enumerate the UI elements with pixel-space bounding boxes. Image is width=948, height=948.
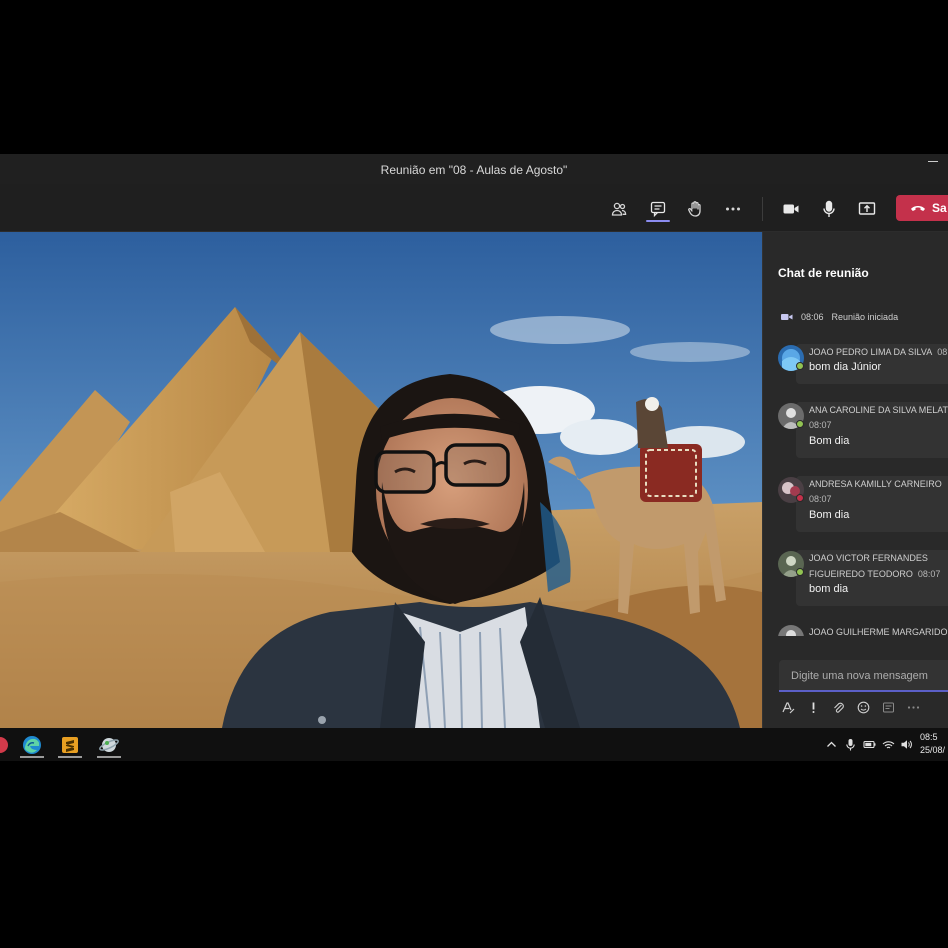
running-indicator <box>20 756 44 758</box>
compose-toolbar <box>781 698 920 716</box>
raise-hand-icon[interactable] <box>684 198 706 220</box>
presence-available-icon <box>796 362 804 370</box>
message-text: bom dia Júnior <box>809 361 882 373</box>
running-indicator <box>97 756 121 758</box>
important-icon[interactable] <box>806 700 820 714</box>
leave-button[interactable]: Sa <box>896 195 948 221</box>
emoji-icon[interactable] <box>856 700 870 714</box>
participant-video-with-background <box>0 232 762 728</box>
leave-label: Sa <box>932 201 947 215</box>
camera-icon[interactable] <box>780 198 802 220</box>
more-icon[interactable] <box>906 700 920 714</box>
app-red-icon[interactable] <box>0 732 14 758</box>
chevron-up-icon[interactable] <box>824 737 838 751</box>
message-sender: JOAO VICTOR FERNANDES <box>809 553 928 563</box>
windows-taskbar: 08:5 25/08/ <box>0 728 948 761</box>
presence-available-icon <box>796 420 804 428</box>
wifi-icon[interactable] <box>881 737 895 751</box>
chat-scroll-mask <box>763 636 948 658</box>
hang-up-icon <box>911 206 925 211</box>
minimize-button[interactable] <box>928 161 938 162</box>
format-icon[interactable] <box>781 700 795 714</box>
system-clock[interactable]: 08:5 25/08/ <box>920 731 945 757</box>
more-options-icon[interactable] <box>722 198 744 220</box>
sticker-icon[interactable] <box>881 700 895 714</box>
video-camera-icon <box>781 314 793 320</box>
meeting-toolbar: Sa <box>0 184 948 232</box>
attach-icon[interactable] <box>831 700 845 714</box>
clock-date: 25/08/ <box>920 745 946 755</box>
toolbar-separator <box>762 197 763 221</box>
message-text: Bom dia <box>809 435 850 447</box>
volume-icon[interactable] <box>899 737 913 751</box>
message-time: 08:07 <box>809 494 832 504</box>
meeting-started-time: 08:06 <box>801 312 824 322</box>
presence-busy-icon <box>796 494 804 502</box>
chat-icon[interactable] <box>647 198 669 220</box>
presence-available-icon <box>796 568 804 576</box>
battery-icon[interactable] <box>862 737 876 751</box>
screen: Reunião em "08 - Aulas de Agosto" Sa Cha… <box>0 0 948 948</box>
clock-time: 08:5 <box>920 732 938 742</box>
message-text: bom dia <box>809 583 849 595</box>
meeting-started-notice: 08:06 Reunião iniciada <box>781 312 898 322</box>
edge-icon[interactable] <box>18 732 46 758</box>
microphone-icon[interactable] <box>818 198 840 220</box>
window-title: Reunião em "08 - Aulas de Agosto" <box>380 163 568 177</box>
share-screen-icon[interactable] <box>856 198 878 220</box>
message-sender: ANA CAROLINE DA SILVA MELATO <box>809 405 948 415</box>
message-text: Bom dia <box>809 509 850 521</box>
meeting-chat-panel: Chat de reunião 08:06 Reunião iniciada J… <box>762 232 948 728</box>
message-sender: JOAO PEDRO LIMA DA SILVA 08 <box>809 347 948 357</box>
sublime-text-icon[interactable] <box>56 732 84 758</box>
microphone-icon[interactable] <box>843 737 857 751</box>
chat-active-indicator <box>646 220 670 222</box>
message-sender-continued: FIGUEIREDO TEODORO 08:07 <box>809 569 941 579</box>
meeting-started-label: Reunião iniciada <box>831 312 899 322</box>
message-time: 08:07 <box>809 420 832 430</box>
window-title-bar: Reunião em "08 - Aulas de Agosto" <box>0 154 948 184</box>
participants-icon[interactable] <box>608 198 630 220</box>
chat-title: Chat de reunião <box>778 266 869 280</box>
message-compose-box[interactable]: Digite uma nova mensagem <box>779 660 948 692</box>
running-indicator <box>58 756 82 758</box>
video-feed <box>0 232 762 728</box>
message-sender: ANDRESA KAMILLY CARNEIRO <box>809 479 942 489</box>
app-globe-icon[interactable] <box>95 732 123 758</box>
